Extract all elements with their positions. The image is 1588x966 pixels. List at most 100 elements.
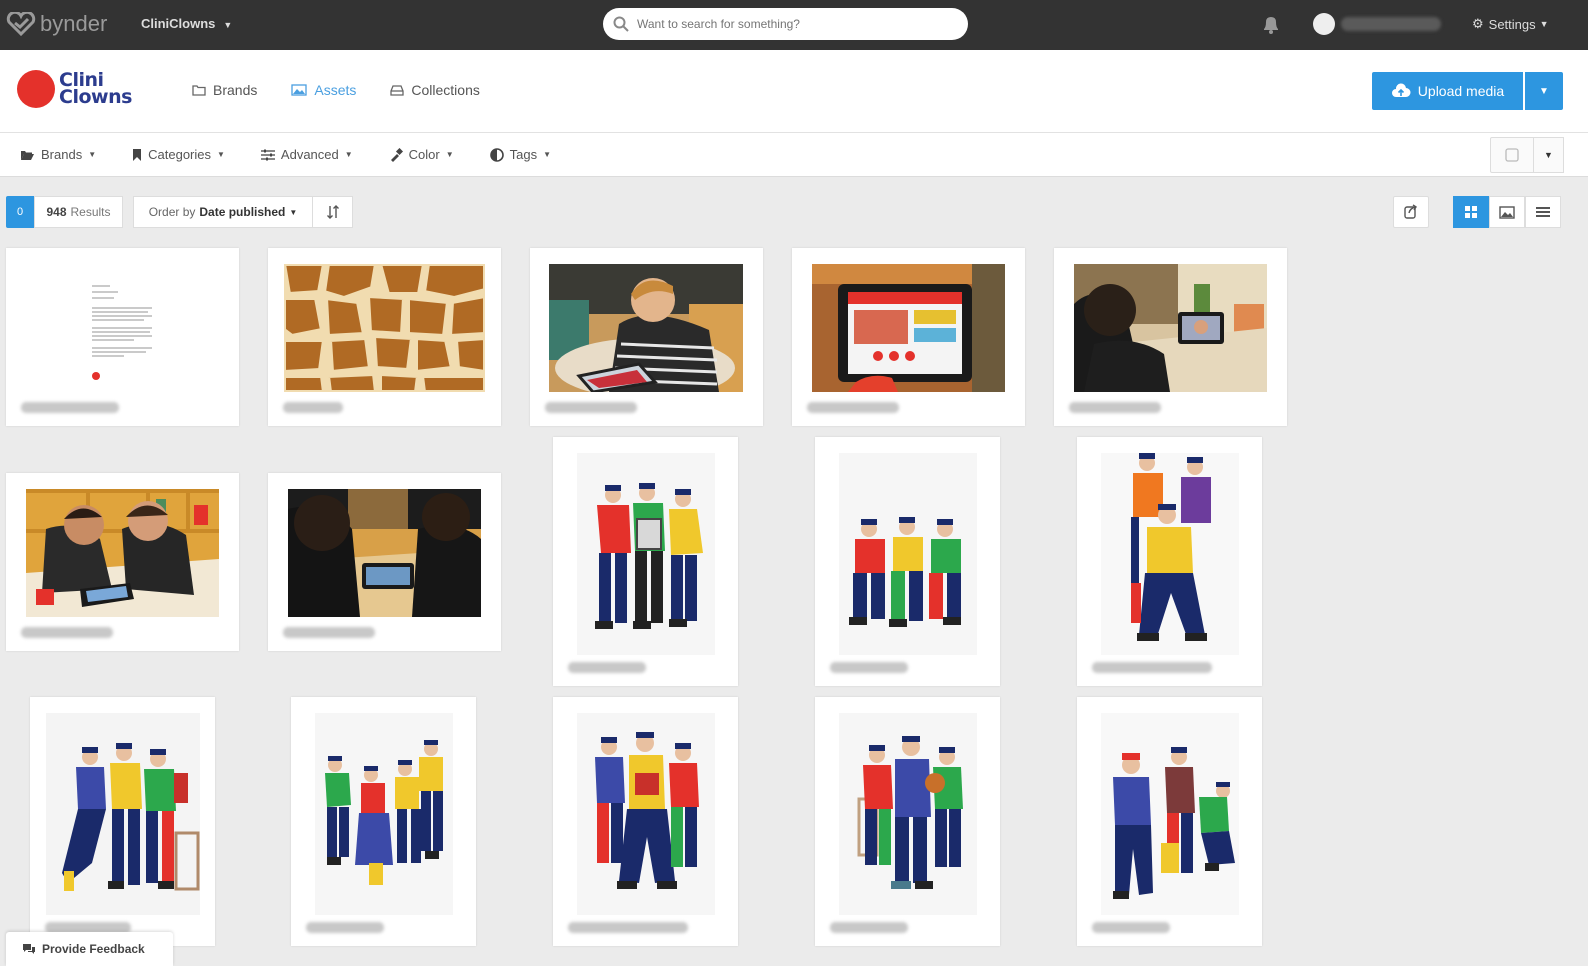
- cliniclowns-logo[interactable]: Clini Clowns: [17, 70, 132, 108]
- asset-card[interactable]: [30, 697, 215, 946]
- nav-collections[interactable]: Collections: [390, 82, 480, 98]
- select-all-checkbox[interactable]: [1490, 137, 1534, 173]
- chat-bubble-icon: [23, 944, 35, 954]
- bynder-logo[interactable]: bynder: [6, 11, 107, 37]
- asset-thumbnail: [549, 264, 743, 392]
- chevron-down-icon: ▼: [217, 150, 225, 159]
- asset-thumbnail: [26, 489, 219, 617]
- asset-thumbnail: [284, 264, 485, 392]
- asset-card[interactable]: [1077, 437, 1262, 686]
- upload-media-label: Upload media: [1417, 83, 1505, 99]
- list-view-button[interactable]: [1525, 196, 1561, 228]
- selected-count-badge[interactable]: 0: [6, 196, 34, 228]
- asset-thumbnail: [577, 453, 715, 655]
- settings-menu[interactable]: ⚙ Settings ▼: [1472, 16, 1549, 32]
- order-by-value: Date published: [199, 205, 286, 219]
- select-all-group: ▼: [1490, 137, 1564, 173]
- asset-title-blurred: [283, 627, 375, 638]
- chevron-down-icon: ▼: [1539, 85, 1549, 97]
- image-icon: [291, 84, 308, 96]
- list-icon: [1536, 207, 1550, 217]
- asset-thumbnail: [1101, 453, 1239, 655]
- asset-card[interactable]: [6, 473, 239, 651]
- avatar[interactable]: [1313, 13, 1335, 35]
- share-icon: [1404, 204, 1417, 219]
- upload-media-button[interactable]: Upload media: [1372, 72, 1523, 110]
- asset-thumbnail: [812, 264, 1005, 392]
- asset-thumbnail: [1074, 264, 1267, 392]
- asset-card[interactable]: [291, 697, 476, 946]
- asset-thumbnail: [74, 264, 170, 390]
- asset-card[interactable]: [6, 248, 239, 426]
- asset-thumbnail: [839, 453, 977, 655]
- chevron-down-icon: ▼: [344, 150, 353, 159]
- filter-categories[interactable]: Categories ▼: [132, 147, 225, 162]
- logo-line-2: Clowns: [59, 86, 132, 108]
- top-bar: bynder CliniClowns▼ ⚙ Settings▼: [0, 0, 1588, 50]
- asset-card[interactable]: [815, 697, 1000, 946]
- brand-switcher[interactable]: CliniClowns ▼: [141, 16, 232, 31]
- asset-title-blurred: [1069, 402, 1161, 413]
- view-switcher: [1453, 196, 1561, 228]
- chevron-down-icon: ▼: [445, 150, 454, 159]
- sort-icon: [326, 205, 339, 219]
- cloud-upload-icon: [1391, 83, 1411, 97]
- asset-card[interactable]: [1077, 697, 1262, 946]
- share-button[interactable]: [1393, 196, 1429, 228]
- asset-card[interactable]: [530, 248, 763, 426]
- grid-icon: [1465, 206, 1477, 218]
- asset-card[interactable]: [553, 697, 738, 946]
- image-view-button[interactable]: [1489, 196, 1525, 228]
- bynder-heart-icon: [6, 12, 36, 36]
- bynder-logo-text: bynder: [40, 11, 108, 36]
- asset-card[interactable]: [553, 437, 738, 686]
- asset-title-blurred: [830, 662, 908, 673]
- asset-card[interactable]: [815, 437, 1000, 686]
- search-input[interactable]: [637, 17, 968, 31]
- filter-categories-label: Categories: [148, 147, 211, 162]
- asset-card[interactable]: [268, 473, 501, 651]
- chevron-down-icon: ▼: [1544, 150, 1553, 160]
- search-box[interactable]: [603, 8, 968, 40]
- filter-tags-label: Tags: [509, 147, 538, 162]
- chevron-down-icon: ▼: [1539, 19, 1549, 29]
- image-icon: [1499, 205, 1515, 219]
- provide-feedback-button[interactable]: Provide Feedback: [6, 932, 173, 966]
- nav-assets[interactable]: Assets: [291, 82, 356, 98]
- asset-title-blurred: [568, 922, 688, 933]
- filter-color[interactable]: Color ▼: [389, 147, 454, 162]
- order-by-dropdown[interactable]: Order by Date published ▼: [133, 196, 313, 228]
- nav-assets-label: Assets: [314, 82, 357, 98]
- asset-title-blurred: [1092, 922, 1170, 933]
- asset-title-blurred: [545, 402, 637, 413]
- filter-tags[interactable]: Tags ▼: [489, 147, 551, 162]
- asset-card[interactable]: [792, 248, 1025, 426]
- upload-options-dropdown[interactable]: ▼: [1525, 72, 1563, 110]
- asset-card[interactable]: [1054, 248, 1287, 426]
- filter-brands[interactable]: Brands ▼: [20, 147, 96, 162]
- asset-card[interactable]: [268, 248, 501, 426]
- chevron-down-icon: ▼: [88, 150, 97, 159]
- asset-title-blurred: [306, 922, 384, 933]
- chevron-down-icon: ▼: [289, 207, 298, 217]
- username-blurred[interactable]: [1341, 17, 1441, 31]
- nav-brands-label: Brands: [213, 82, 258, 98]
- upload-group: Upload media ▼: [1372, 72, 1563, 110]
- filter-advanced[interactable]: Advanced ▼: [260, 147, 353, 162]
- collections-icon: [390, 85, 405, 96]
- filter-color-label: Color: [408, 147, 440, 162]
- asset-thumbnail: [839, 713, 977, 915]
- nav-brands[interactable]: Brands: [192, 82, 257, 98]
- sort-direction-button[interactable]: [313, 196, 353, 228]
- tag-icon: [489, 147, 504, 162]
- bookmark-icon: [133, 148, 142, 161]
- notifications-bell-icon[interactable]: [1260, 13, 1282, 38]
- grid-view-button[interactable]: [1453, 196, 1489, 228]
- search-icon: [613, 16, 629, 32]
- select-options-dropdown[interactable]: ▼: [1534, 137, 1564, 173]
- provide-feedback-label: Provide Feedback: [42, 942, 145, 956]
- results-count: 948 Results: [34, 196, 123, 228]
- asset-title-blurred: [807, 402, 899, 413]
- sliders-icon: [260, 149, 275, 160]
- checkbox-icon: [1505, 148, 1519, 162]
